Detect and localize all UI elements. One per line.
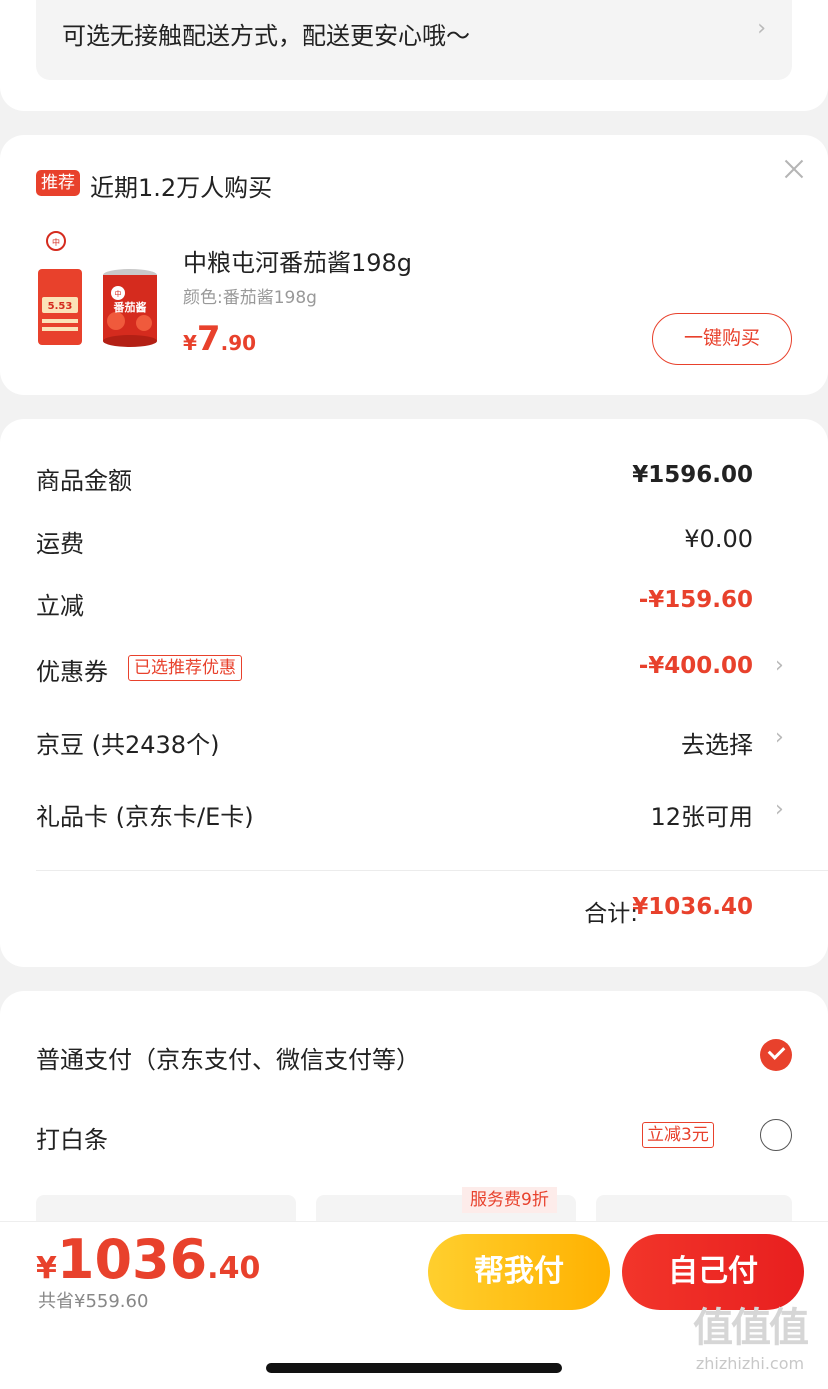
total-label: 合计:: [584, 901, 638, 927]
watermark-logo: 值值值: [693, 1305, 809, 1351]
home-indicator[interactable]: [266, 1363, 562, 1373]
jingdou-label: 京豆 (共2438个): [36, 731, 220, 759]
chevron-right-icon: ›: [775, 797, 784, 822]
product-image-label: 番茄酱: [113, 300, 147, 314]
total-saved-text: 共省¥559.60: [38, 1291, 149, 1312]
shipping-value: ¥0.00: [684, 525, 753, 553]
help-me-pay-button[interactable]: 帮我付: [428, 1234, 610, 1310]
svg-text:中: 中: [115, 289, 122, 298]
delivery-card: 可选无接触配送方式，配送更安心哦～ ›: [0, 0, 828, 111]
contactless-delivery-option[interactable]: 可选无接触配送方式，配送更安心哦～ ›: [36, 0, 792, 80]
product-name[interactable]: 中粮屯河番茄酱198g: [183, 243, 412, 278]
product-price-integer: 7: [196, 319, 221, 359]
watermark-text: zhizhizhi.com: [695, 1354, 805, 1373]
regular-pay-label: 普通支付（京东支付、微信支付等）: [36, 1046, 420, 1074]
product-spec: 颜色:番茄酱198g: [183, 288, 317, 308]
coupon-value: -¥400.00: [638, 653, 753, 679]
bottom-total-price: ¥1036.40: [36, 1228, 260, 1291]
bottom-price-currency: ¥: [36, 1251, 57, 1286]
baitiao-label: 打白条: [36, 1126, 108, 1154]
close-icon[interactable]: [782, 157, 806, 181]
total-value: ¥1036.40: [632, 894, 753, 920]
checked-circle-icon[interactable]: [760, 1039, 792, 1071]
jingdou-value: 去选择: [681, 731, 753, 759]
shipping-label: 运费: [36, 530, 84, 558]
product-price-decimal: .90: [220, 331, 257, 355]
gift-card-value: 12张可用: [650, 803, 753, 831]
one-click-buy-button[interactable]: 一键购买: [652, 313, 792, 365]
chevron-right-icon: ›: [775, 725, 784, 750]
divider: [36, 870, 828, 871]
watermark: 值值值 zhizhizhi.com: [676, 1302, 824, 1389]
svg-text:中: 中: [52, 237, 60, 247]
product-image[interactable]: 中 5.53 中 番茄酱: [36, 231, 160, 361]
order-summary-card: 商品金额 ¥1596.00 运费 ¥0.00 立减 -¥159.60 优惠券 已…: [0, 419, 828, 967]
service-fee-discount-tag: 服务费9折: [462, 1187, 557, 1213]
chevron-right-icon: ›: [775, 653, 784, 678]
product-price-currency: ¥: [183, 331, 197, 355]
baitiao-discount-tag: 立减3元: [642, 1122, 714, 1148]
instant-discount-label: 立减: [36, 592, 84, 620]
goods-amount-value: ¥1596.00: [632, 462, 753, 488]
product-price: ¥7.90: [183, 319, 256, 359]
delivery-option-text: 可选无接触配送方式，配送更安心哦～: [62, 22, 470, 50]
radio-unchecked-icon[interactable]: [760, 1119, 792, 1151]
coupon-label: 优惠券: [36, 658, 108, 686]
recommend-card: 推荐 近期1.2万人购买 中 5.53 中 番茄酱 中粮屯河番茄酱198g 颜色…: [0, 135, 828, 395]
recommend-badge: 推荐: [36, 170, 80, 196]
pay-myself-button[interactable]: 自己付: [622, 1234, 804, 1310]
bottom-checkout-bar: ¥1036.40 共省¥559.60 帮我付 自己付 值值值 zhizhizhi…: [0, 1221, 828, 1389]
goods-amount-label: 商品金额: [36, 467, 132, 495]
instant-discount-value: -¥159.60: [638, 587, 753, 613]
gift-card-label: 礼品卡 (京东卡/E卡): [36, 803, 254, 831]
bottom-price-decimal: .40: [207, 1251, 261, 1286]
product-image-price: 5.53: [48, 301, 73, 312]
bottom-price-integer: 1036: [56, 1228, 208, 1291]
coupon-recommended-tag: 已选推荐优惠: [128, 655, 242, 681]
chevron-right-icon: ›: [757, 16, 766, 41]
recommend-title: 近期1.2万人购买: [90, 174, 273, 202]
